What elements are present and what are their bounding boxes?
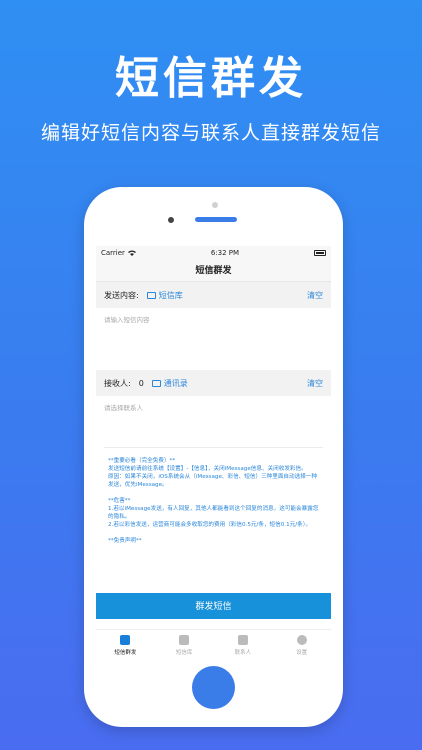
contacts-icon xyxy=(237,635,248,645)
nav-title: 短信群发 xyxy=(96,260,331,282)
contacts-book-icon[interactable] xyxy=(151,379,161,387)
tab-send[interactable]: 短信群发 xyxy=(96,630,155,661)
notice-text: **重要必看（完全免费）** 发送短信前请前往系统【设置】-【信息】，关闭iMe… xyxy=(96,448,331,545)
tab-library-label: 短信库 xyxy=(175,650,193,656)
tab-settings-label: 设置 xyxy=(296,650,308,656)
content-row: 发送内容: 短信库 清空 xyxy=(96,282,331,308)
tab-send-label: 短信群发 xyxy=(114,650,137,656)
home-button[interactable] xyxy=(192,666,235,709)
library-icon[interactable] xyxy=(146,291,156,299)
tab-bar: 短信群发 短信库 联系人 设置 xyxy=(96,629,331,661)
message-placeholder: 请输入短信内容 xyxy=(104,316,150,324)
recipient-count: 0 xyxy=(138,378,144,388)
app-screen: Carrier 6:32 PM 短信群发 发送内容: 短信库 清空 请输入短信内… xyxy=(96,246,331,661)
send-sms-button[interactable]: 群发短信 xyxy=(96,593,331,619)
gear-icon xyxy=(296,635,307,645)
recipient-row: 接收人: 0 通讯录 清空 xyxy=(96,370,331,396)
promo-subtitle: 编辑好短信内容与联系人直接群发短信 xyxy=(40,122,381,144)
carrier-label: Carrier xyxy=(101,249,125,257)
promo-title: 短信群发 xyxy=(115,53,307,104)
status-bar: Carrier 6:32 PM xyxy=(96,246,331,260)
wifi-icon xyxy=(127,250,136,256)
recipient-placeholder: 请选择联系人 xyxy=(104,404,143,412)
envelope-icon xyxy=(179,635,190,645)
front-camera xyxy=(168,217,174,223)
recipient-label: 接收人: xyxy=(104,378,131,388)
time-label: 6:32 PM xyxy=(210,249,240,257)
message-input[interactable]: 请输入短信内容 xyxy=(96,308,331,370)
contacts-link[interactable]: 通讯录 xyxy=(164,378,188,389)
content-label: 发送内容: xyxy=(104,290,139,300)
tab-library[interactable]: 短信库 xyxy=(155,630,214,661)
notice-important: **重要必看（完全免费）** 发送短信前请前往系统【设置】-【信息】，关闭iMe… xyxy=(108,458,317,488)
tab-settings[interactable]: 设置 xyxy=(272,630,331,661)
sms-library-link[interactable]: 短信库 xyxy=(159,290,183,301)
proximity-sensor xyxy=(212,202,218,208)
recipient-input[interactable]: 请选择联系人 xyxy=(104,396,323,448)
notice-harm: **危害** 1.若以iMessage发送，有人回复，其他人都能看到这个回复的消… xyxy=(108,498,319,528)
battery-icon xyxy=(313,250,326,256)
phone-frame: Carrier 6:32 PM 短信群发 发送内容: 短信库 清空 请输入短信内… xyxy=(84,187,343,727)
tab-contacts-label: 联系人 xyxy=(234,650,252,656)
clear-recipients-button[interactable]: 清空 xyxy=(307,378,323,389)
notice-disclaimer: **免责声明** xyxy=(108,538,142,544)
tab-contacts[interactable]: 联系人 xyxy=(214,630,273,661)
home-icon xyxy=(120,635,131,645)
clear-content-button[interactable]: 清空 xyxy=(307,290,323,301)
earpiece-speaker xyxy=(195,217,237,222)
